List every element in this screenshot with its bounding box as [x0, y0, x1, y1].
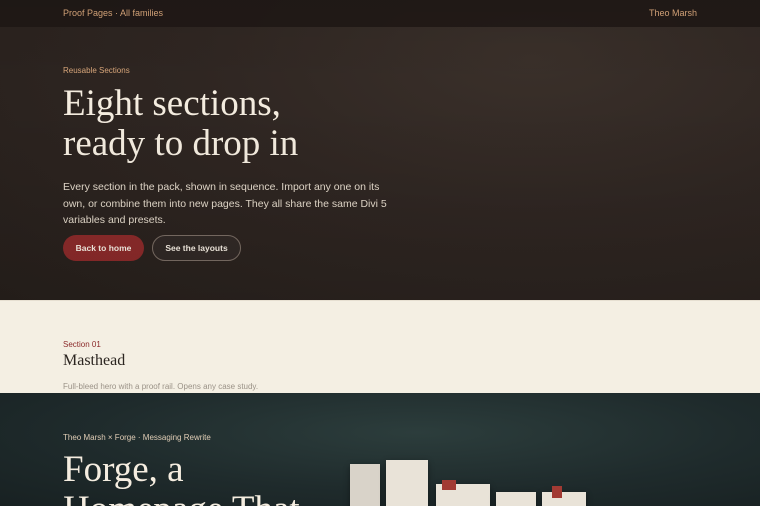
- hero-title-line1: Eight sections,: [63, 83, 281, 124]
- case-eyebrow: Theo Marsh × Forge · Messaging Rewrite: [63, 433, 211, 442]
- case-title-line2: Homepage That: [63, 489, 300, 506]
- see-layouts-button[interactable]: See the layouts: [152, 235, 241, 261]
- pinned-papers-image: [336, 448, 596, 506]
- hero-description: Every section in the pack, shown in sequ…: [63, 181, 387, 226]
- hero-title: Eight sections, ready to drop in: [63, 84, 483, 164]
- red-tape: [442, 480, 456, 490]
- breadcrumb-link[interactable]: Proof Pages · All families: [63, 8, 163, 18]
- hero-section: Proof Pages · All families Theo Marsh Re…: [0, 0, 760, 300]
- top-bar: Proof Pages · All families Theo Marsh: [0, 0, 760, 27]
- hero-title-line2: ready to drop in: [63, 123, 299, 164]
- case-study-preview: Theo Marsh × Forge · Messaging Rewrite F…: [0, 393, 760, 506]
- hero-eyebrow: Reusable Sections: [63, 66, 130, 75]
- author-link[interactable]: Theo Marsh: [649, 8, 697, 18]
- section-description: Full-bleed hero with a proof rail. Opens…: [63, 382, 259, 391]
- paper-card: [350, 464, 380, 506]
- section-number: Section 01: [63, 340, 101, 349]
- paper-card: [542, 492, 586, 506]
- red-tape: [552, 486, 562, 498]
- paper-card: [496, 492, 536, 506]
- section-title: Masthead: [63, 352, 126, 369]
- back-to-home-button[interactable]: Back to home: [63, 235, 144, 261]
- paper-card: [386, 460, 428, 506]
- case-title-line1: Forge, a: [63, 449, 184, 490]
- section-info: Section 01 Masthead Full-bleed hero with…: [0, 300, 760, 394]
